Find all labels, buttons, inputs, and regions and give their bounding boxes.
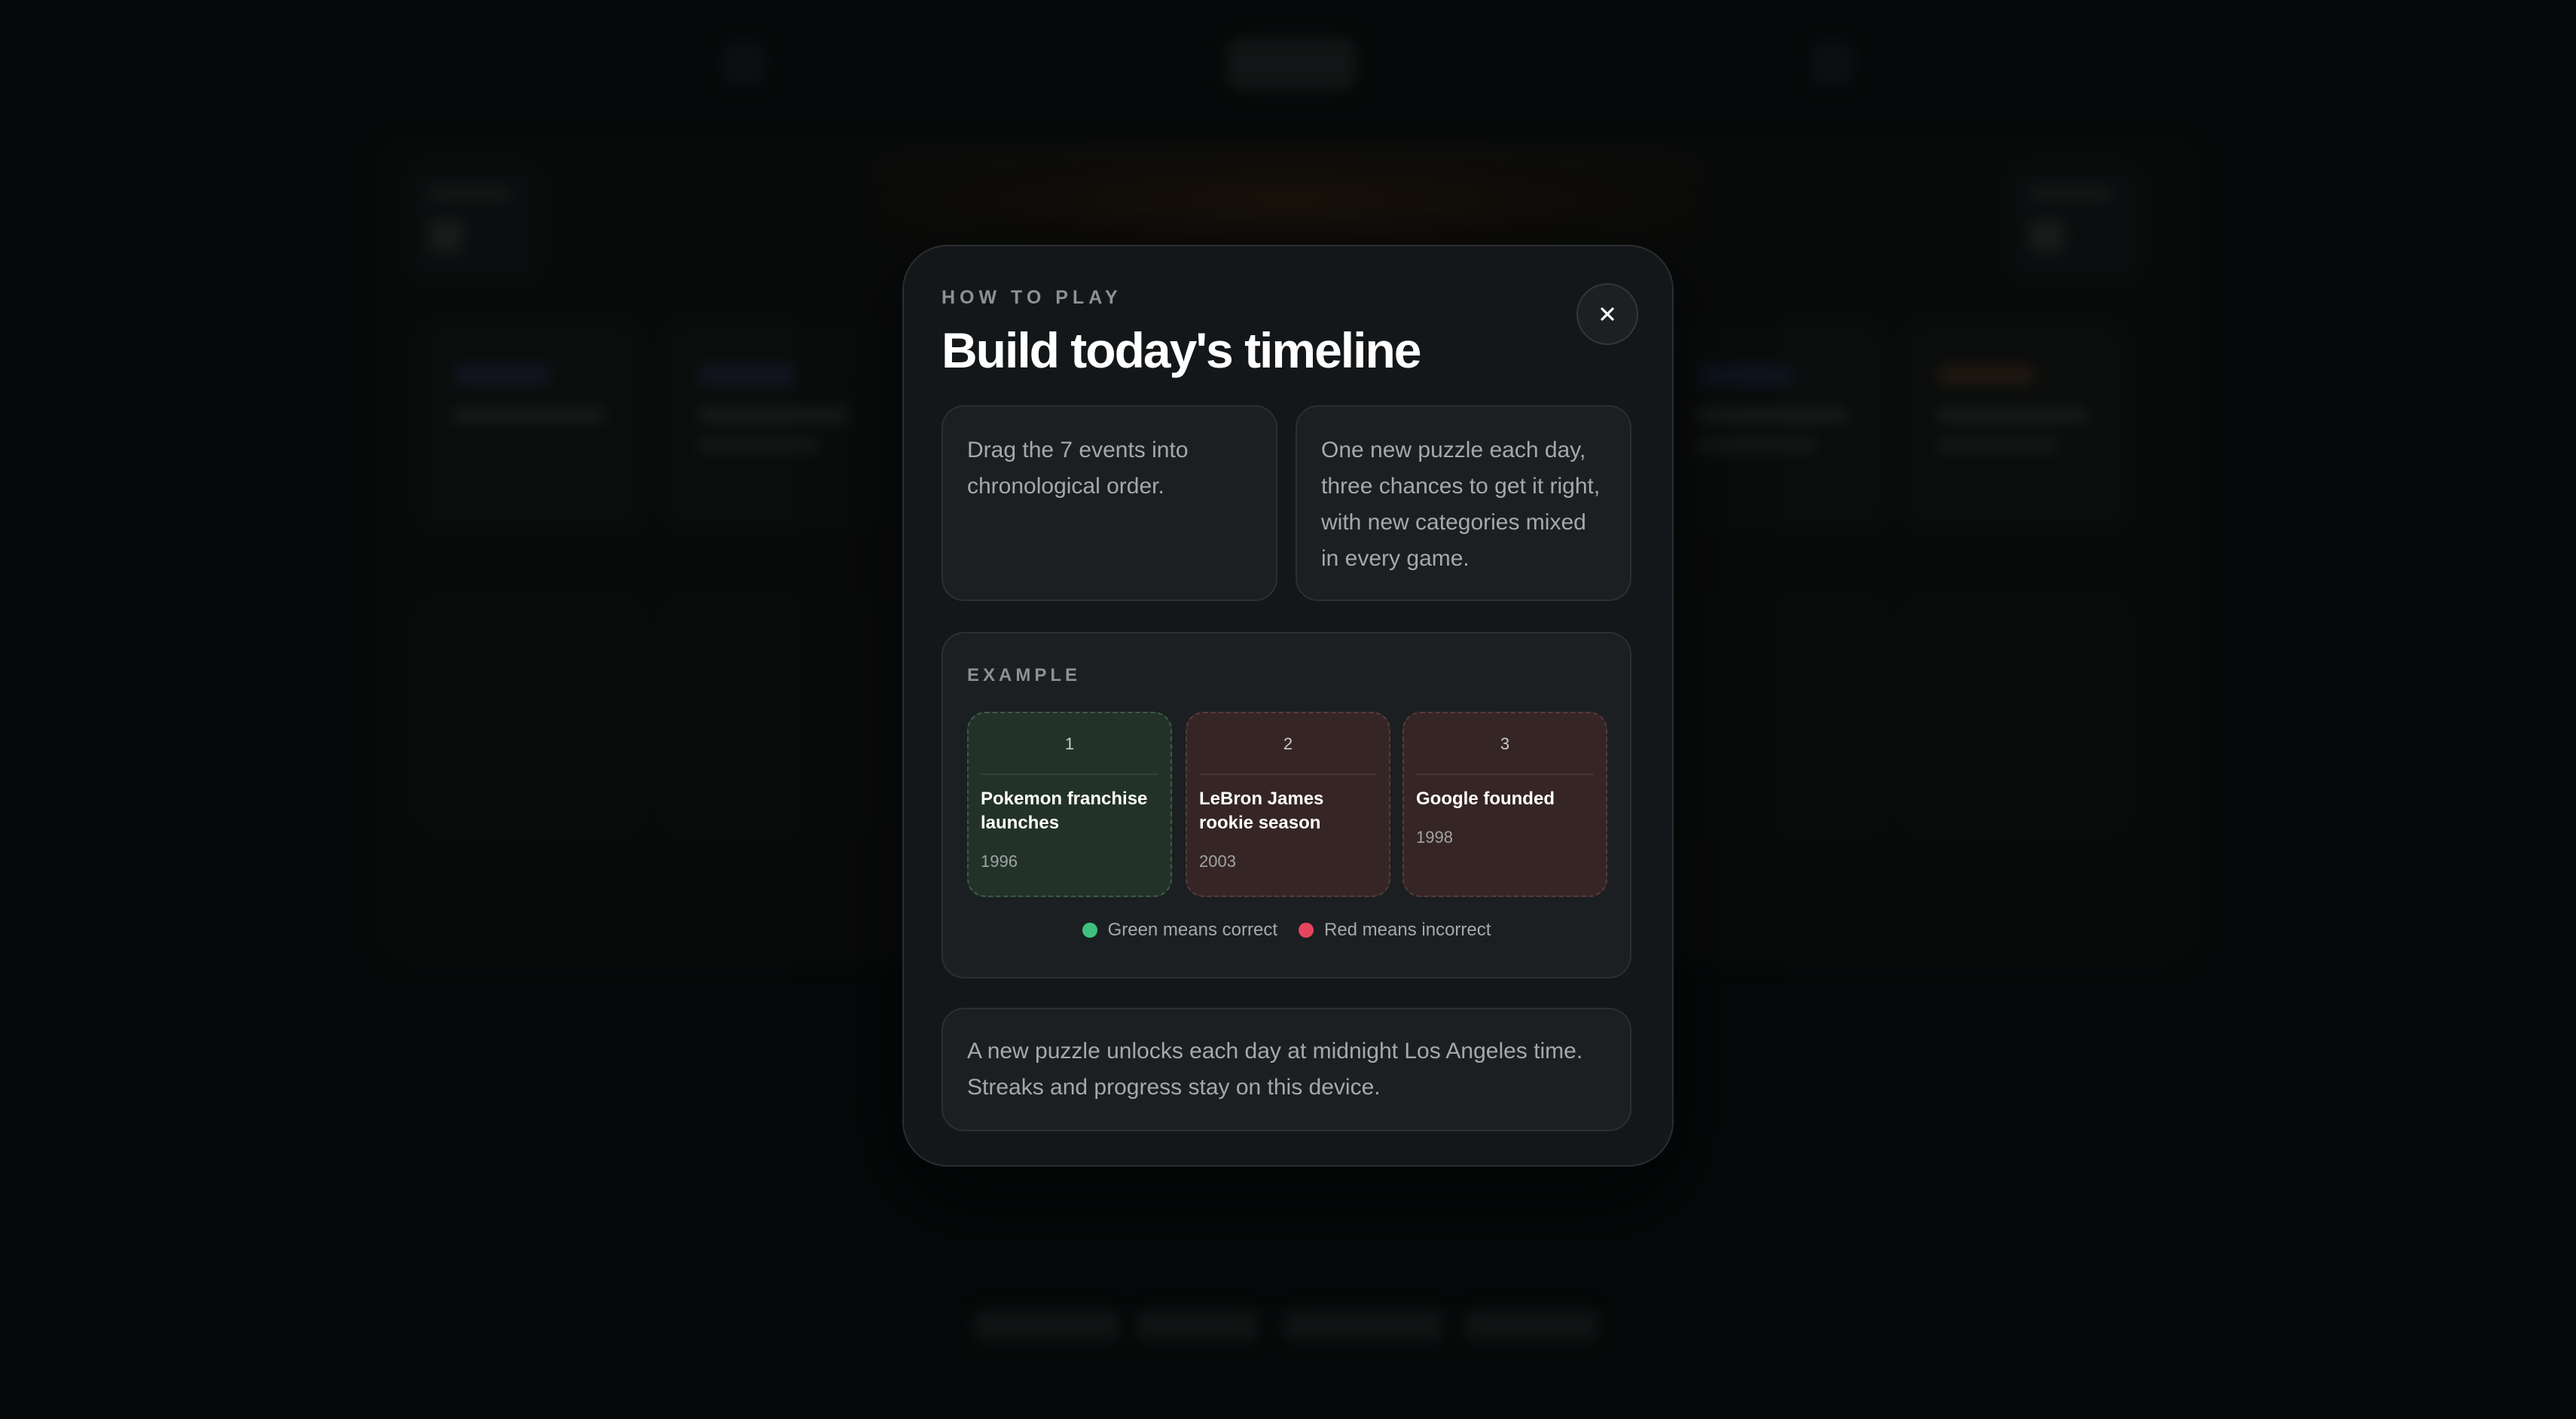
rule-card-order: Drag the 7 events into chronological ord… — [942, 405, 1277, 601]
example-card-position: 3 — [1416, 713, 1594, 775]
how-to-play-dialog: HOW TO PLAY Build today's timeline Drag … — [902, 245, 1674, 1167]
example-card-incorrect: 2 LeBron James rookie season 2003 — [1186, 712, 1390, 897]
dialog-eyebrow: HOW TO PLAY — [942, 287, 1122, 308]
close-icon — [1601, 307, 1614, 321]
legend-correct: Green means correct — [1082, 920, 1277, 941]
close-button[interactable] — [1576, 283, 1638, 345]
red-dot-icon — [1298, 923, 1314, 938]
example-card-incorrect: 3 Google founded 1998 — [1402, 712, 1607, 897]
color-legend: Green means correct Red means incorrect — [943, 920, 1630, 941]
example-card-event: Pokemon franchise launches — [981, 789, 1148, 833]
example-card-position: 2 — [1199, 713, 1377, 775]
example-card-year: 2003 — [1199, 852, 1236, 871]
example-card-year: 1996 — [981, 852, 1018, 871]
rule-card-daily: One new puzzle each day, three chances t… — [1296, 405, 1631, 601]
example-card-year: 1998 — [1416, 828, 1453, 847]
example-panel: EXAMPLE 1 Pokemon franchise launches 199… — [942, 632, 1631, 978]
daily-reset-note: A new puzzle unlocks each day at midnigh… — [942, 1008, 1631, 1131]
rules-row: Drag the 7 events into chronological ord… — [942, 405, 1631, 601]
app-stage: HOW TO PLAY Build today's timeline Drag … — [0, 0, 2576, 1419]
example-label: EXAMPLE — [967, 665, 1082, 685]
example-card-correct: 1 Pokemon franchise launches 1996 — [967, 712, 1172, 897]
legend-incorrect-label: Red means incorrect — [1323, 920, 1491, 940]
example-card-position: 1 — [981, 713, 1158, 775]
example-card-event: LeBron James rookie season — [1199, 789, 1324, 833]
example-card-event: Google founded — [1416, 789, 1555, 809]
dialog-title: Build today's timeline — [942, 322, 1421, 378]
green-dot-icon — [1082, 923, 1097, 938]
legend-correct-label: Green means correct — [1107, 920, 1277, 940]
legend-incorrect: Red means incorrect — [1298, 920, 1491, 941]
